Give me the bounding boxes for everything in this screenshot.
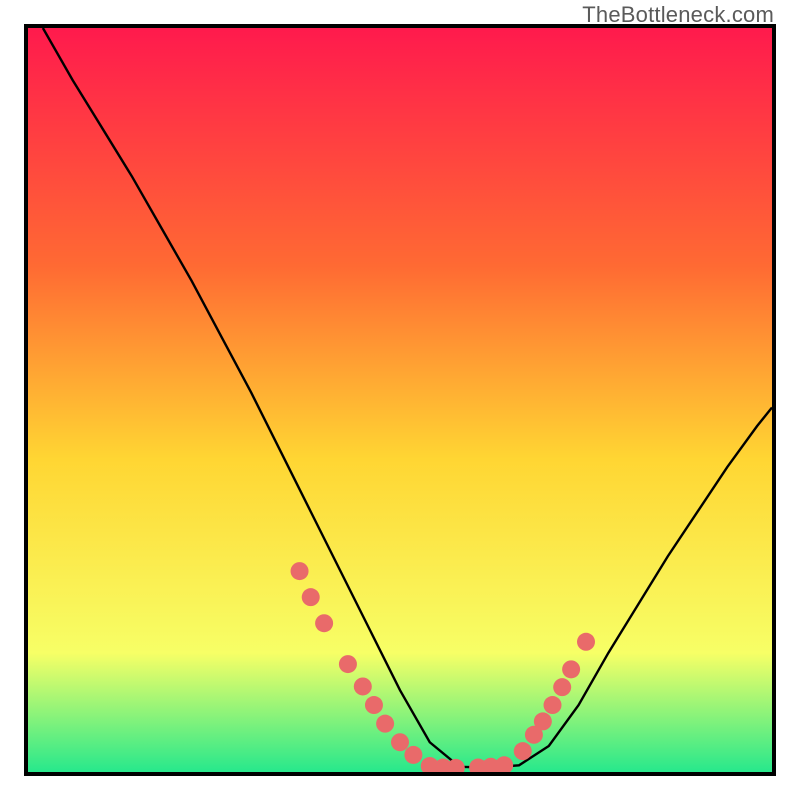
data-marker xyxy=(404,746,422,764)
data-marker xyxy=(376,715,394,733)
data-marker xyxy=(514,742,532,760)
data-marker xyxy=(291,562,309,580)
data-marker xyxy=(354,677,372,695)
data-marker xyxy=(365,696,383,714)
chart-frame xyxy=(24,24,776,776)
data-marker xyxy=(302,588,320,606)
data-marker xyxy=(534,712,552,730)
data-marker xyxy=(577,633,595,651)
data-marker xyxy=(391,733,409,751)
data-marker xyxy=(562,660,580,678)
gradient-background xyxy=(28,28,772,772)
data-marker xyxy=(544,696,562,714)
chart-svg xyxy=(28,28,772,772)
data-marker xyxy=(339,655,357,673)
data-marker xyxy=(553,678,571,696)
data-marker xyxy=(315,614,333,632)
